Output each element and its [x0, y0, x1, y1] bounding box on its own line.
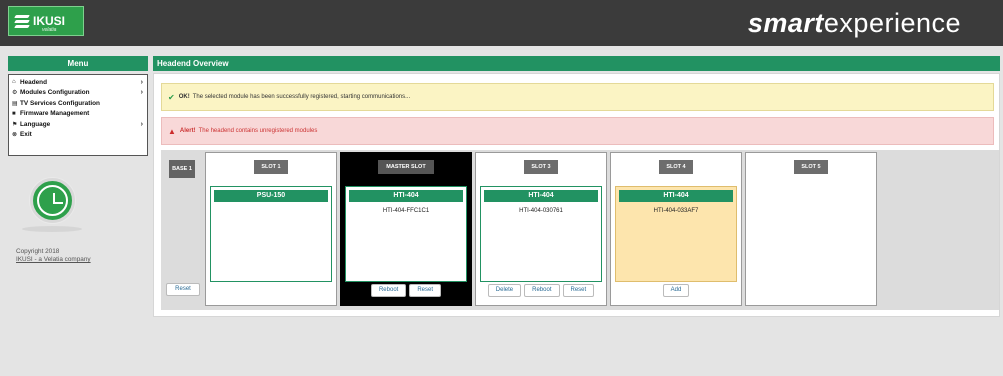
success-alert-text: The selected module has been successfull… [192, 94, 411, 100]
copyright-text: Copyright 2018 [16, 248, 60, 255]
slot-4: SLOT 4 HTI-404 HTI-404-033AF7 Add [610, 152, 742, 306]
module-name: HTI-404 [484, 190, 598, 202]
chevron-right-icon: › [140, 120, 143, 128]
clock-shadow [22, 226, 82, 232]
exit-icon: ⊗ [12, 132, 18, 139]
module-card[interactable]: HTI-404 HTI-404-030761 [480, 186, 602, 282]
warning-icon: ▲ [168, 126, 176, 136]
slot-1: SLOT 1 PSU-150 [205, 152, 337, 306]
ikusi-mark-icon [13, 12, 31, 30]
slot-3: SLOT 3 HTI-404 HTI-404-030761 Delete Reb… [475, 152, 607, 306]
ikusi-logo[interactable]: IKUSI velatia [8, 6, 84, 36]
module-id: HTI-404-030761 [519, 208, 563, 214]
menu-item-label: TV Services Configuration [20, 99, 100, 107]
gear-icon: ⚙ [12, 90, 18, 97]
module-id: HTI-404-033AF7 [653, 208, 699, 214]
base-label: BASE 1 [169, 160, 195, 178]
check-icon: ✔ [168, 92, 175, 102]
logo-text: IKUSI [33, 14, 66, 28]
add-button[interactable]: Add [662, 284, 690, 297]
module-id: HTI-404-FFC1C1 [382, 208, 430, 214]
reset-base-button[interactable]: Reset [166, 283, 200, 296]
slot-label: MASTER SLOT [378, 160, 434, 174]
menu-item-tv-services-configuration[interactable]: ▤ TV Services Configuration [9, 98, 147, 109]
success-alert-strong: OK! [178, 94, 190, 100]
unregistered-module-card[interactable]: HTI-404 HTI-404-033AF7 [615, 186, 737, 282]
module-card[interactable]: PSU-150 [210, 186, 332, 282]
module-card[interactable]: HTI-404 HTI-404-FFC1C1 [345, 186, 467, 282]
menu-item-label: Language [20, 120, 51, 128]
menu-item-firmware-management[interactable]: ■ Firmware Management [9, 109, 147, 120]
reset-button[interactable]: Reset [562, 284, 595, 297]
slot-label: SLOT 5 [794, 160, 828, 174]
main-panel: ✔ OK! The selected module has been succe… [153, 73, 1000, 317]
slot-actions: Delete Reboot Reset [476, 284, 606, 297]
home-icon: ⌂ [12, 79, 16, 86]
menu-item-label: Exit [20, 131, 32, 139]
module-name: HTI-404 [349, 190, 463, 202]
side-menu: ⌂ Headend › ⚙ Modules Configuration › ▤ … [8, 74, 148, 156]
smartexperience-brand: smartexperience [748, 6, 961, 40]
warning-alert: ▲ Alert! The headend contains unregister… [161, 117, 994, 145]
module-name: PSU-150 [214, 190, 328, 202]
logo-subtext: velatia [42, 27, 57, 33]
menu-item-label: Modules Configuration [20, 89, 90, 97]
slot-actions: Add [611, 284, 741, 297]
reboot-button[interactable]: Reboot [524, 284, 560, 297]
chevron-right-icon: › [140, 89, 143, 97]
reboot-button[interactable]: Reboot [370, 284, 407, 297]
menu-item-language[interactable]: ⚑ Language › [9, 119, 147, 130]
slot-label: SLOT 1 [254, 160, 288, 174]
slot-label: SLOT 4 [659, 160, 693, 174]
menu-item-modules-configuration[interactable]: ⚙ Modules Configuration › [9, 88, 147, 99]
page-title: Headend Overview [153, 56, 1000, 71]
menu-item-label: Firmware Management [20, 110, 90, 118]
brand-bold: smart [747, 8, 824, 38]
menu-title: Menu [8, 56, 148, 71]
copyright: Copyright 2018 IKUSI - a Velatia company [16, 248, 91, 264]
brand-light: experience [823, 8, 961, 38]
delete-button[interactable]: Delete [487, 284, 522, 297]
warning-alert-strong: Alert! [179, 128, 196, 134]
slot-5: SLOT 5 [745, 152, 877, 306]
module-name: HTI-404 [619, 190, 733, 202]
tv-icon: ▤ [12, 100, 18, 107]
company-link[interactable]: IKUSI - a Velatia company [16, 256, 91, 263]
chip-icon: ■ [12, 110, 16, 117]
header-bar: IKUSI velatia smartexperience [0, 0, 1003, 46]
success-alert: ✔ OK! The selected module has been succe… [161, 83, 994, 111]
slot-label: SLOT 3 [524, 160, 558, 174]
chevron-right-icon: › [140, 78, 143, 86]
reset-button[interactable]: Reset [409, 284, 442, 297]
warning-alert-text: The headend contains unregistered module… [198, 128, 318, 134]
menu-item-label: Headend [20, 78, 47, 86]
headend-base: BASE 1 Reset SLOT 1 PSU-150 MASTER SLOT … [161, 150, 999, 310]
menu-item-headend[interactable]: ⌂ Headend › [9, 77, 147, 88]
slot-actions: Reboot Reset [341, 284, 471, 297]
master-slot: MASTER SLOT HTI-404 HTI-404-FFC1C1 Reboo… [340, 152, 472, 306]
clock-icon [30, 178, 75, 223]
flag-icon: ⚑ [12, 121, 18, 128]
menu-item-exit[interactable]: ⊗ Exit [9, 130, 147, 141]
